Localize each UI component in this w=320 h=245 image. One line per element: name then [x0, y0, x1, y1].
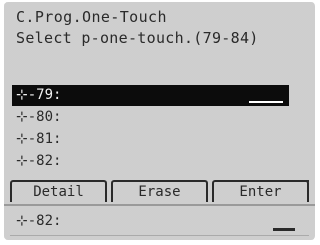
ghost-cursor-mark [273, 228, 295, 231]
list-item-selected[interactable]: ⊹-79: [12, 85, 289, 106]
erase-softkey[interactable]: Erase [111, 180, 208, 202]
list-item-label: ⊹-82: [16, 153, 62, 169]
bottom-divider [10, 235, 309, 236]
list-item[interactable]: ⊹-80: [4, 107, 315, 128]
list-item[interactable]: ⊹-81: [4, 129, 315, 150]
enter-softkey-label: Enter [239, 184, 282, 200]
lcd-screen: C.Prog.One-Touch Select p-one-touch.(79-… [4, 2, 315, 240]
softkey-corner-marker [295, 180, 309, 182]
softkey-bar: Detail Erase Enter [8, 180, 311, 202]
enter-softkey[interactable]: Enter [212, 180, 309, 202]
divider [4, 204, 315, 206]
ghost-list-item: ⊹-82: [16, 213, 62, 229]
list-item-label: ⊹-80: [16, 109, 62, 125]
one-touch-list: ⊹-79: ⊹-80: ⊹-81: ⊹-82: [4, 85, 315, 173]
list-item-label: ⊹-79: [16, 87, 62, 103]
screen-prompt: Select p-one-touch.(79-84) [16, 29, 259, 47]
screen-title: C.Prog.One-Touch [16, 8, 167, 26]
detail-softkey[interactable]: Detail [10, 180, 107, 202]
cursor-underline [249, 101, 283, 103]
list-item[interactable]: ⊹-82: [4, 151, 315, 172]
list-item-label: ⊹-81: [16, 131, 62, 147]
